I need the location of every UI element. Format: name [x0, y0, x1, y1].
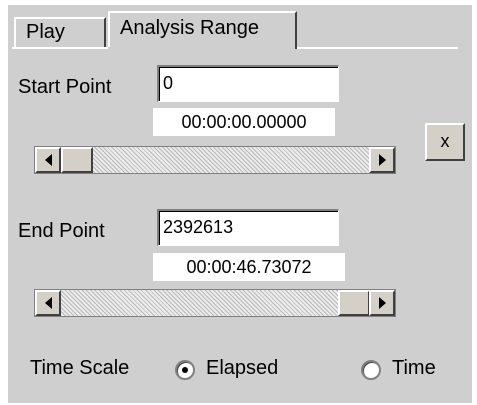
start-point-scrollbar[interactable]: [34, 146, 396, 174]
right-arrow-icon: [378, 297, 386, 309]
start-scroll-right-button[interactable]: [369, 147, 395, 173]
end-time-display: 00:00:46.73072: [153, 253, 345, 281]
end-scroll-right-button[interactable]: [369, 290, 395, 316]
start-scroll-left-button[interactable]: [35, 147, 61, 173]
clear-button[interactable]: x: [425, 123, 465, 161]
time-radio-label[interactable]: Time: [392, 357, 436, 380]
radio-selected-dot: [182, 367, 188, 373]
tab-analysis-range-label: Analysis Range: [120, 17, 259, 39]
start-point-label: Start Point: [18, 76, 112, 98]
end-point-input[interactable]: 2392613: [157, 209, 339, 246]
tab-play[interactable]: Play: [14, 17, 106, 47]
elapsed-radio-label[interactable]: Elapsed: [206, 357, 278, 380]
end-point-label: End Point: [18, 220, 105, 242]
active-tab-gap: [108, 47, 295, 49]
start-scroll-thumb[interactable]: [61, 147, 93, 173]
right-arrow-icon: [378, 154, 386, 166]
tab-analysis-range[interactable]: Analysis Range: [108, 11, 297, 49]
elapsed-radio[interactable]: [175, 360, 195, 380]
analysis-panel: Play Analysis Range Start Point 0 00:00:…: [8, 5, 472, 403]
left-arrow-icon: [44, 154, 52, 166]
end-scroll-thumb[interactable]: [338, 290, 370, 316]
end-scroll-left-button[interactable]: [35, 290, 61, 316]
time-scale-label: Time Scale: [30, 357, 130, 379]
tab-play-label: Play: [26, 21, 65, 43]
time-radio[interactable]: [361, 360, 381, 380]
start-time-display: 00:00:00.00000: [153, 108, 335, 136]
end-point-scrollbar[interactable]: [34, 289, 396, 317]
start-point-input[interactable]: 0: [157, 65, 339, 102]
left-arrow-icon: [44, 297, 52, 309]
